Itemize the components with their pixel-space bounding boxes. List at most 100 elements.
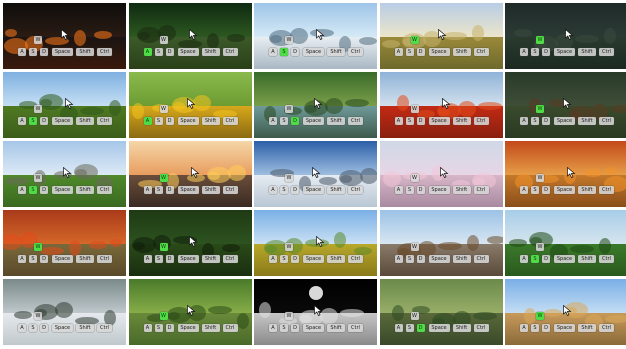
key-shift[interactable]: Shift xyxy=(578,186,596,194)
key-shift[interactable]: Shift xyxy=(76,324,94,332)
key-w[interactable]: W xyxy=(34,243,42,251)
key-ctrl[interactable]: Ctrl xyxy=(97,117,112,125)
key-ctrl[interactable]: Ctrl xyxy=(97,255,112,263)
key-shift[interactable]: Shift xyxy=(327,255,345,263)
key-d[interactable]: D xyxy=(165,255,174,263)
key-a[interactable]: A xyxy=(520,117,528,125)
key-ctrl[interactable]: Ctrl xyxy=(222,324,238,332)
key-d[interactable]: D xyxy=(291,255,299,263)
key-d[interactable]: D xyxy=(291,117,299,125)
key-s[interactable]: S xyxy=(154,255,163,263)
key-s[interactable]: S xyxy=(531,255,539,263)
key-w[interactable]: W xyxy=(34,36,42,44)
key-space[interactable]: Space xyxy=(428,186,450,194)
key-s[interactable]: S xyxy=(405,324,414,332)
key-w[interactable]: W xyxy=(34,174,42,182)
key-d[interactable]: D xyxy=(416,48,425,56)
key-space[interactable]: Space xyxy=(554,117,575,125)
key-a[interactable]: A xyxy=(394,255,403,263)
key-shift[interactable]: Shift xyxy=(327,324,345,332)
key-space[interactable]: Space xyxy=(52,324,73,332)
key-s[interactable]: S xyxy=(531,324,539,332)
key-d[interactable]: D xyxy=(542,255,550,263)
key-space[interactable]: Space xyxy=(303,324,324,332)
key-shift[interactable]: Shift xyxy=(327,117,345,125)
key-a[interactable]: A xyxy=(18,117,26,125)
key-ctrl[interactable]: Ctrl xyxy=(473,48,489,56)
key-ctrl[interactable]: Ctrl xyxy=(473,324,489,332)
key-space[interactable]: Space xyxy=(428,48,450,56)
key-s[interactable]: S xyxy=(531,186,539,194)
key-shift[interactable]: Shift xyxy=(327,48,345,56)
key-a[interactable]: A xyxy=(394,324,403,332)
key-space[interactable]: Space xyxy=(52,117,73,125)
key-w[interactable]: W xyxy=(410,105,419,113)
key-w[interactable]: W xyxy=(410,312,419,320)
key-d[interactable]: D xyxy=(542,186,550,194)
key-d[interactable]: D xyxy=(40,186,48,194)
key-d[interactable]: D xyxy=(40,255,48,263)
key-s[interactable]: S xyxy=(29,324,37,332)
key-a[interactable]: A xyxy=(520,48,528,56)
key-space[interactable]: Space xyxy=(177,117,199,125)
key-space[interactable]: Space xyxy=(554,324,575,332)
key-shift[interactable]: Shift xyxy=(327,186,345,194)
key-ctrl[interactable]: Ctrl xyxy=(473,186,489,194)
key-a[interactable]: A xyxy=(520,186,528,194)
key-d[interactable]: D xyxy=(165,186,174,194)
key-w[interactable]: W xyxy=(536,174,544,182)
key-w[interactable]: W xyxy=(285,243,293,251)
key-a[interactable]: A xyxy=(394,186,403,194)
key-a[interactable]: A xyxy=(18,48,26,56)
key-d[interactable]: D xyxy=(40,117,48,125)
key-shift[interactable]: Shift xyxy=(201,324,220,332)
key-w[interactable]: W xyxy=(536,243,544,251)
key-space[interactable]: Space xyxy=(303,48,324,56)
key-ctrl[interactable]: Ctrl xyxy=(348,117,363,125)
key-a[interactable]: A xyxy=(143,255,152,263)
key-ctrl[interactable]: Ctrl xyxy=(348,186,363,194)
key-s[interactable]: S xyxy=(29,186,37,194)
key-a[interactable]: A xyxy=(269,255,277,263)
key-space[interactable]: Space xyxy=(52,48,73,56)
key-s[interactable]: S xyxy=(154,117,163,125)
key-space[interactable]: Space xyxy=(177,186,199,194)
key-a[interactable]: A xyxy=(143,48,152,56)
key-s[interactable]: S xyxy=(405,48,414,56)
key-ctrl[interactable]: Ctrl xyxy=(348,48,363,56)
key-a[interactable]: A xyxy=(269,324,277,332)
key-shift[interactable]: Shift xyxy=(452,186,471,194)
key-shift[interactable]: Shift xyxy=(201,186,220,194)
key-w[interactable]: W xyxy=(410,36,419,44)
key-s[interactable]: S xyxy=(280,324,288,332)
key-ctrl[interactable]: Ctrl xyxy=(599,186,614,194)
key-d[interactable]: D xyxy=(291,186,299,194)
key-s[interactable]: S xyxy=(531,117,539,125)
key-w[interactable]: W xyxy=(159,312,168,320)
key-d[interactable]: D xyxy=(291,324,299,332)
key-w[interactable]: W xyxy=(34,105,42,113)
key-w[interactable]: W xyxy=(34,312,42,320)
key-shift[interactable]: Shift xyxy=(76,186,94,194)
key-w[interactable]: W xyxy=(410,174,419,182)
key-ctrl[interactable]: Ctrl xyxy=(222,117,238,125)
key-shift[interactable]: Shift xyxy=(578,324,596,332)
key-space[interactable]: Space xyxy=(52,255,73,263)
key-s[interactable]: S xyxy=(29,255,37,263)
key-shift[interactable]: Shift xyxy=(201,255,220,263)
key-a[interactable]: A xyxy=(18,186,26,194)
key-w[interactable]: W xyxy=(536,36,544,44)
key-d[interactable]: D xyxy=(40,324,48,332)
key-ctrl[interactable]: Ctrl xyxy=(348,255,363,263)
key-ctrl[interactable]: Ctrl xyxy=(599,324,614,332)
key-s[interactable]: S xyxy=(154,324,163,332)
key-d[interactable]: D xyxy=(416,324,425,332)
key-s[interactable]: S xyxy=(405,186,414,194)
key-space[interactable]: Space xyxy=(554,186,575,194)
key-s[interactable]: S xyxy=(29,117,37,125)
key-s[interactable]: S xyxy=(531,48,539,56)
key-shift[interactable]: Shift xyxy=(76,117,94,125)
key-d[interactable]: D xyxy=(165,324,174,332)
key-d[interactable]: D xyxy=(542,324,550,332)
key-a[interactable]: A xyxy=(143,186,152,194)
